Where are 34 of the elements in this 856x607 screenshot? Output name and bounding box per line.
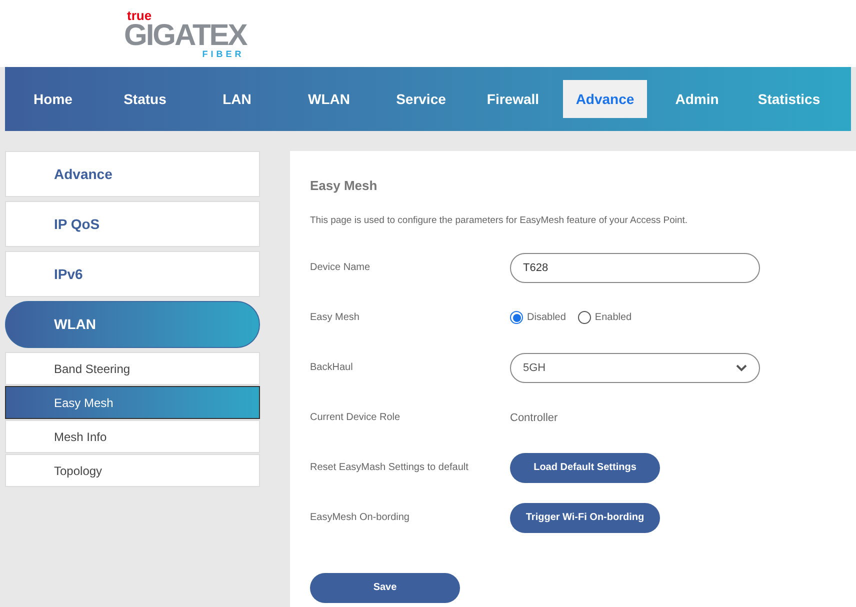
- field-label: Current Device Role: [310, 411, 402, 426]
- sidebar-subitem[interactable]: Mesh Info: [5, 420, 260, 453]
- logo: true GIGATEX FIBER: [124, 8, 246, 58]
- nav-tab[interactable]: Advance: [563, 80, 647, 118]
- field-label: EasyMesh On-bording: [310, 511, 410, 526]
- nav-tab[interactable]: Firewall: [471, 80, 555, 118]
- radio-option[interactable]: Disabled: [510, 310, 566, 326]
- page-title: Easy Mesh: [310, 177, 378, 195]
- backhaul-dropdown[interactable]: 5GH: [510, 352, 760, 383]
- nav-tab[interactable]: Service: [379, 80, 463, 118]
- action-button[interactable]: Load Default Settings: [510, 452, 660, 483]
- sidebar-subitem[interactable]: Band Steering: [5, 352, 260, 385]
- nav-tab[interactable]: Home: [11, 80, 95, 118]
- save-button[interactable]: Save: [310, 572, 460, 603]
- sidebar-item[interactable]: Advance: [5, 151, 260, 197]
- field-label: BackHaul: [310, 361, 354, 376]
- chevron-down-icon: [736, 364, 747, 372]
- field-label: Device Name: [310, 261, 372, 276]
- field-label: Easy Mesh: [310, 311, 360, 326]
- field-value: Controller: [510, 410, 558, 426]
- action-button[interactable]: Trigger Wi-Fi On-bording: [510, 502, 660, 533]
- sidebar-item[interactable]: IP QoS: [5, 201, 260, 247]
- radio-option[interactable]: Enabled: [578, 310, 632, 326]
- sidebar-subitem[interactable]: Topology: [5, 454, 260, 487]
- field-label: Reset EasyMash Settings to default: [310, 461, 470, 476]
- nav-tab[interactable]: Admin: [655, 80, 739, 118]
- sidebar-subitem[interactable]: Easy Mesh: [5, 386, 260, 419]
- nav-tab[interactable]: LAN: [195, 80, 279, 118]
- page-description: This page is used to configure the parameters for EasyMesh feature of your Access Point.: [310, 214, 689, 228]
- sidebar-item[interactable]: WLAN: [5, 301, 260, 348]
- nav-tab[interactable]: Status: [103, 80, 187, 118]
- sidebar-item[interactable]: IPv6: [5, 251, 260, 297]
- device-name-field[interactable]: T628: [510, 252, 760, 283]
- nav-tab[interactable]: WLAN: [287, 80, 371, 118]
